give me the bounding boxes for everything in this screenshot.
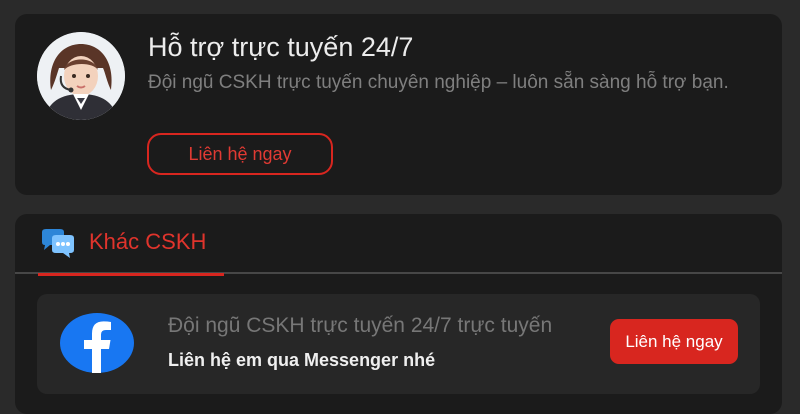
support-agent-avatar (37, 32, 125, 120)
agent-portrait-icon (37, 32, 125, 120)
tabs-bar: Khác CSKH (15, 214, 782, 276)
tab-label: Khác CSKH (89, 229, 207, 254)
facebook-icon[interactable] (60, 313, 134, 373)
contact-item-subtitle: Liên hệ em qua Messenger nhé (168, 350, 436, 370)
support-title: Hỗ trợ trực tuyến 24/7 (148, 32, 414, 62)
chat-bubbles-icon (42, 229, 74, 258)
contact-now-button[interactable]: Liên hệ ngay (147, 133, 333, 175)
tab-other-cskh[interactable]: Khác CSKH (38, 214, 224, 276)
support-card: Hỗ trợ trực tuyến 24/7 Đội ngũ CSKH trực… (15, 14, 782, 195)
support-description: Đội ngũ CSKH trực tuyến chuyên nghiệp – … (148, 72, 729, 93)
other-support-card: Khác CSKH Đội ngũ CSKH trực tuyến 24/7 t… (15, 214, 782, 414)
messenger-contact-button[interactable]: Liên hệ ngay (610, 319, 738, 364)
list-item: Đội ngũ CSKH trực tuyến 24/7 trực tuyến … (37, 294, 760, 394)
contact-item-title: Đội ngũ CSKH trực tuyến 24/7 trực tuyến (168, 314, 553, 337)
